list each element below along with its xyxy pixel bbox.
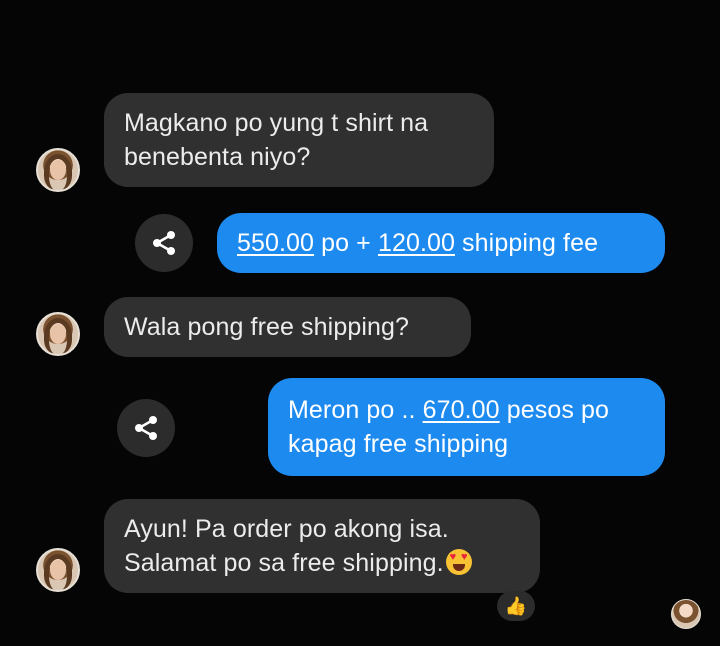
message-text: Meron po .. xyxy=(288,396,423,424)
share-icon xyxy=(135,416,157,440)
outgoing-message-bubble[interactable]: 550.00 po + 120.00 shipping fee xyxy=(217,213,665,273)
price-link[interactable]: 670.00 xyxy=(423,396,500,424)
seen-avatar xyxy=(671,599,701,629)
heart-eyes-emoji xyxy=(445,549,472,575)
incoming-message-bubble[interactable]: Magkano po yung t shirt na benebenta niy… xyxy=(104,93,494,187)
message-text: Salamat po sa free shipping. xyxy=(124,549,444,577)
message-text: shipping fee xyxy=(455,229,599,257)
message-text: benebenta niyo? xyxy=(124,143,311,171)
share-button[interactable] xyxy=(117,399,175,457)
reaction-badge[interactable]: 👍 xyxy=(497,591,535,621)
outgoing-message-bubble[interactable]: Meron po .. 670.00 pesos po kapag free s… xyxy=(268,378,665,476)
message-text: kapag free shipping xyxy=(288,430,509,458)
message-text: Magkano po yung t shirt na xyxy=(124,109,429,137)
incoming-message-bubble[interactable]: Ayun! Pa order po akong isa. Salamat po … xyxy=(104,499,540,593)
share-icon xyxy=(153,231,175,255)
avatar[interactable] xyxy=(36,148,80,192)
message-text: pesos po xyxy=(499,396,609,424)
share-button[interactable] xyxy=(135,214,193,272)
price-link[interactable]: 550.00 xyxy=(237,229,314,257)
message-text: Wala pong free shipping? xyxy=(124,313,409,341)
incoming-message-bubble[interactable]: Wala pong free shipping? xyxy=(104,297,471,357)
message-text: po + xyxy=(314,229,378,257)
avatar[interactable] xyxy=(36,548,80,592)
thumbs-up-icon: 👍 xyxy=(504,596,528,616)
avatar[interactable] xyxy=(36,312,80,356)
price-link[interactable]: 120.00 xyxy=(378,229,455,257)
message-text: Ayun! Pa order po akong isa. xyxy=(124,515,449,543)
